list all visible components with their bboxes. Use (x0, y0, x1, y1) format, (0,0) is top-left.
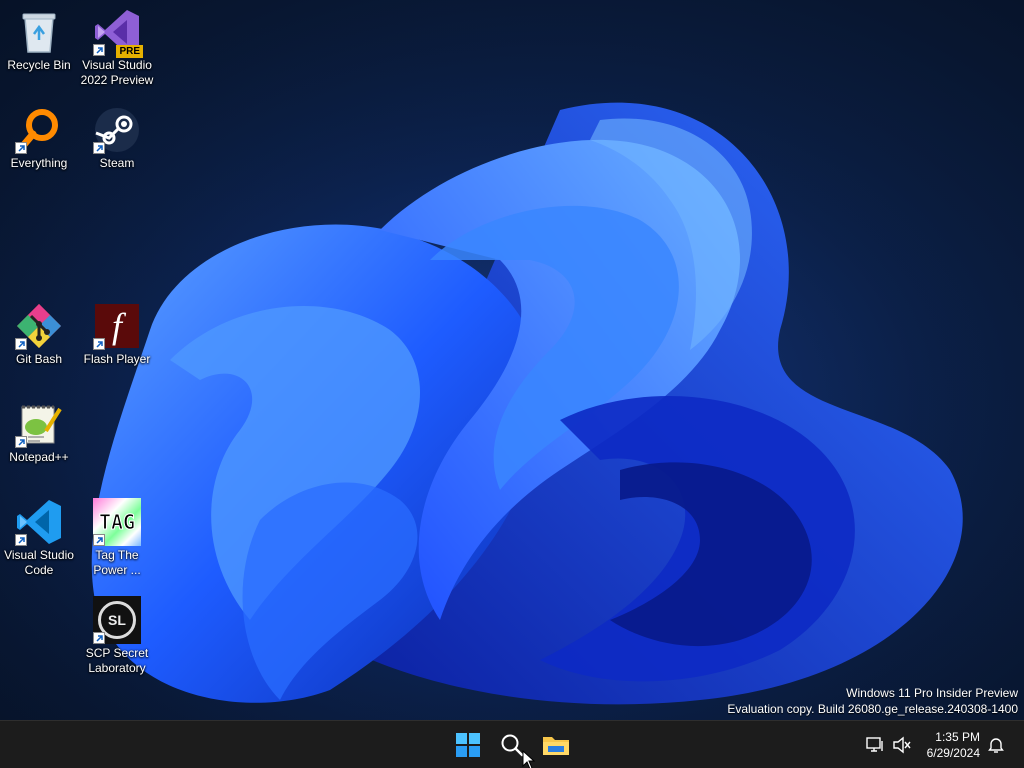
visual-studio-icon: PRE (93, 8, 143, 58)
shortcut-arrow-icon (15, 436, 27, 448)
desktop-icon-scp-secret-laboratory[interactable]: SL SCP Secret Laboratory (78, 588, 156, 680)
shortcut-arrow-icon (93, 534, 105, 546)
clock-date: 6/29/2024 (926, 746, 980, 760)
file-explorer-button[interactable] (536, 725, 576, 765)
flash-glyph: f (111, 306, 122, 346)
shortcut-arrow-icon (93, 142, 105, 154)
shortcut-arrow-icon (93, 632, 105, 644)
search-icon (501, 734, 524, 757)
windows-logo-icon (456, 733, 480, 757)
shortcut-arrow-icon (93, 338, 105, 350)
clock-time: 1:35 PM (935, 730, 980, 744)
desktop-icon-tag-the-power[interactable]: TAG Tag The Power ... (78, 490, 156, 582)
tag-the-power-icon: TAG (93, 498, 141, 546)
desktop-icon-label: Git Bash (15, 352, 63, 366)
steam-icon (93, 106, 141, 154)
desktop-icon-visual-studio-2022-preview[interactable]: PRE Visual Studio 2022 Preview (78, 0, 156, 92)
desktop-icon-label: SCP Secret Laboratory (85, 646, 149, 675)
scp-glyph: SL (108, 612, 126, 628)
desktop-icon-label: Everything (10, 156, 68, 170)
shortcut-arrow-icon (93, 44, 105, 56)
desktop-icon-label: Visual Studio Code (4, 548, 74, 577)
mouse-cursor-icon (522, 750, 536, 768)
desktop-icon-label: Recycle Bin (7, 58, 71, 72)
desktop-icon-label: Tag The Power ... (93, 548, 141, 577)
shortcut-arrow-icon (15, 142, 27, 154)
shortcut-arrow-icon (15, 338, 27, 350)
tag-glyph: TAG (98, 510, 136, 535)
start-button[interactable] (448, 725, 488, 765)
folder-icon (543, 737, 569, 755)
desktop[interactable]: Recycle Bin PRE Visual Studio 2022 Previ… (0, 0, 1024, 720)
evaluation-watermark: Windows 11 Pro Insider Preview Evaluatio… (727, 685, 1018, 717)
bell-icon[interactable] (986, 735, 1006, 755)
pre-badge: PRE (116, 45, 143, 58)
desktop-icon-label: Steam (99, 156, 135, 170)
desktop-icon-everything[interactable]: Everything (0, 98, 78, 190)
git-bash-icon (15, 302, 63, 350)
flash-player-icon: f (93, 302, 141, 350)
desktop-icon-label: Flash Player (83, 352, 151, 366)
watermark-edition: Windows 11 Pro Insider Preview (846, 686, 1018, 700)
scp-secret-laboratory-icon: SL (93, 596, 141, 644)
vscode-icon (15, 498, 63, 546)
desktop-icon-git-bash[interactable]: Git Bash (0, 294, 78, 386)
desktop-icon-label: Visual Studio 2022 Preview (80, 58, 154, 87)
desktop-icon-notepad-plus-plus[interactable]: Notepad++ (0, 392, 78, 484)
desktop-icon-visual-studio-code[interactable]: Visual Studio Code (0, 490, 78, 582)
desktop-icon-flash-player[interactable]: f Flash Player (78, 294, 156, 386)
everything-search-icon (15, 106, 63, 154)
watermark-build: Evaluation copy. Build 26080.ge_release.… (727, 702, 1018, 716)
desktop-icon-steam[interactable]: Steam (78, 98, 156, 190)
notepad-plus-plus-icon (15, 400, 63, 448)
taskbar-clock[interactable]: 1:35 PM 6/29/2024 (927, 729, 980, 761)
recycle-bin-icon (15, 8, 63, 56)
desktop-icon-label: Notepad++ (9, 450, 69, 464)
taskbar: 1:35 PM 6/29/2024 (0, 720, 1024, 768)
shortcut-arrow-icon (15, 534, 27, 546)
network-icon[interactable] (866, 735, 886, 755)
volume-muted-icon[interactable] (892, 735, 912, 755)
desktop-icon-recycle-bin[interactable]: Recycle Bin (0, 0, 78, 92)
